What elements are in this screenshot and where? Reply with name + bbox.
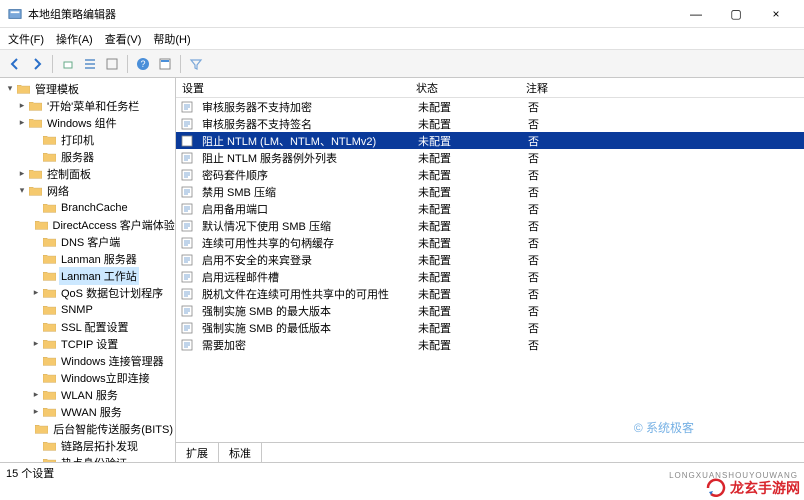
policy-icon (180, 288, 194, 300)
up-button[interactable] (59, 55, 77, 73)
filter-icon[interactable] (187, 55, 205, 73)
policy-icon (180, 135, 194, 147)
list-body[interactable]: 审核服务器不支持加密未配置否审核服务器不支持签名未配置否阻止 NTLM (LM、… (176, 98, 804, 442)
policy-icon (180, 339, 194, 351)
tree-item[interactable]: ▸Windows立即连接 (0, 369, 175, 386)
tab-extended[interactable]: 扩展 (176, 443, 219, 462)
policy-icon (180, 220, 194, 232)
policy-icon (180, 254, 194, 266)
list-row[interactable]: 启用备用端口未配置否 (176, 200, 804, 217)
close-button[interactable]: × (756, 1, 796, 27)
col-state[interactable]: 状态 (416, 80, 526, 96)
tree-item[interactable]: ▸QoS 数据包计划程序 (0, 284, 175, 301)
tree-item[interactable]: ▸DNS 客户端 (0, 233, 175, 250)
policy-icon (180, 169, 194, 181)
menu-view[interactable]: 查看(V) (105, 31, 142, 47)
forward-button[interactable] (28, 55, 46, 73)
policy-icon (180, 101, 194, 113)
tree-pane[interactable]: ▾管理模板▸'开始'菜单和任务栏▸Windows 组件▸打印机▸服务器▸控制面板… (0, 78, 176, 462)
policy-icon (180, 203, 194, 215)
tree-item[interactable]: ▸打印机 (0, 131, 175, 148)
maximize-button[interactable]: ▢ (716, 1, 756, 27)
menubar: 文件(F) 操作(A) 查看(V) 帮助(H) (0, 28, 804, 50)
policy-icon (180, 271, 194, 283)
tree-item[interactable]: ▸Lanman 服务器 (0, 250, 175, 267)
back-button[interactable] (6, 55, 24, 73)
list-row[interactable]: 脱机文件在连续可用性共享中的可用性未配置否 (176, 285, 804, 302)
tree-item[interactable]: ▸热点身份验证 (0, 454, 175, 462)
policy-icon (180, 305, 194, 317)
menu-help[interactable]: 帮助(H) (153, 31, 190, 47)
list-row[interactable]: 启用远程邮件槽未配置否 (176, 268, 804, 285)
brand-logo: 龙玄手游网 (706, 478, 800, 498)
tree-item[interactable]: ▾网络 (0, 182, 175, 199)
minimize-button[interactable]: — (676, 1, 716, 27)
list-row[interactable]: 密码套件顺序未配置否 (176, 166, 804, 183)
policy-icon (180, 152, 194, 164)
tree-item[interactable]: ▸链路层拓扑发现 (0, 437, 175, 454)
list-row[interactable]: 连续可用性共享的句柄缓存未配置否 (176, 234, 804, 251)
properties-button[interactable] (156, 55, 174, 73)
list-row[interactable]: 启用不安全的来宾登录未配置否 (176, 251, 804, 268)
list-header: 设置 状态 注释 (176, 78, 804, 98)
window-title: 本地组策略编辑器 (28, 6, 676, 22)
tab-standard[interactable]: 标准 (219, 443, 262, 462)
titlebar: 本地组策略编辑器 — ▢ × (0, 0, 804, 28)
menu-file[interactable]: 文件(F) (8, 31, 44, 47)
policy-icon (180, 118, 194, 130)
list-row[interactable]: 阻止 NTLM 服务器例外列表未配置否 (176, 149, 804, 166)
svg-text:?: ? (140, 59, 145, 69)
tree-item[interactable]: ▸DirectAccess 客户端体验 (0, 216, 175, 233)
policy-icon (180, 237, 194, 249)
list-row[interactable]: 阻止 NTLM (LM、NTLM、NTLMv2)未配置否 (176, 132, 804, 149)
watermark: © 系统极客 (634, 419, 694, 436)
col-note[interactable]: 注释 (526, 80, 804, 96)
policy-icon (180, 186, 194, 198)
export-button[interactable] (103, 55, 121, 73)
list-row[interactable]: 禁用 SMB 压缩未配置否 (176, 183, 804, 200)
app-icon (8, 7, 22, 21)
list-row[interactable]: 需要加密未配置否 (176, 336, 804, 353)
list-button[interactable] (81, 55, 99, 73)
toolbar: ? (0, 50, 804, 78)
list-row[interactable]: 默认情况下使用 SMB 压缩未配置否 (176, 217, 804, 234)
tree-item[interactable]: ▸WWAN 服务 (0, 403, 175, 420)
tree-item[interactable]: ▸BranchCache (0, 199, 175, 216)
list-row[interactable]: 审核服务器不支持签名未配置否 (176, 115, 804, 132)
menu-action[interactable]: 操作(A) (56, 31, 93, 47)
policy-icon (180, 322, 194, 334)
tree-item[interactable]: ▸TCPIP 设置 (0, 335, 175, 352)
col-setting[interactable]: 设置 (176, 80, 416, 96)
tree-item[interactable]: ▸SSL 配置设置 (0, 318, 175, 335)
tree-item[interactable]: ▸'开始'菜单和任务栏 (0, 97, 175, 114)
view-tabs: 扩展 标准 (176, 442, 804, 462)
tree-item[interactable]: ▸Windows 连接管理器 (0, 352, 175, 369)
tree-item[interactable]: ▸后台智能传送服务(BITS) (0, 420, 175, 437)
help-icon[interactable]: ? (134, 55, 152, 73)
tree-item[interactable]: ▸Lanman 工作站 (0, 267, 175, 284)
list-row[interactable]: 强制实施 SMB 的最低版本未配置否 (176, 319, 804, 336)
tree-item[interactable]: ▸WLAN 服务 (0, 386, 175, 403)
tree-item[interactable]: ▸服务器 (0, 148, 175, 165)
list-row[interactable]: 审核服务器不支持加密未配置否 (176, 98, 804, 115)
tree-item[interactable]: ▸Windows 组件 (0, 114, 175, 131)
tree-item[interactable]: ▸控制面板 (0, 165, 175, 182)
tree-root[interactable]: ▾管理模板 (0, 80, 175, 97)
tree-item[interactable]: ▸SNMP (0, 301, 175, 318)
list-row[interactable]: 强制实施 SMB 的最大版本未配置否 (176, 302, 804, 319)
